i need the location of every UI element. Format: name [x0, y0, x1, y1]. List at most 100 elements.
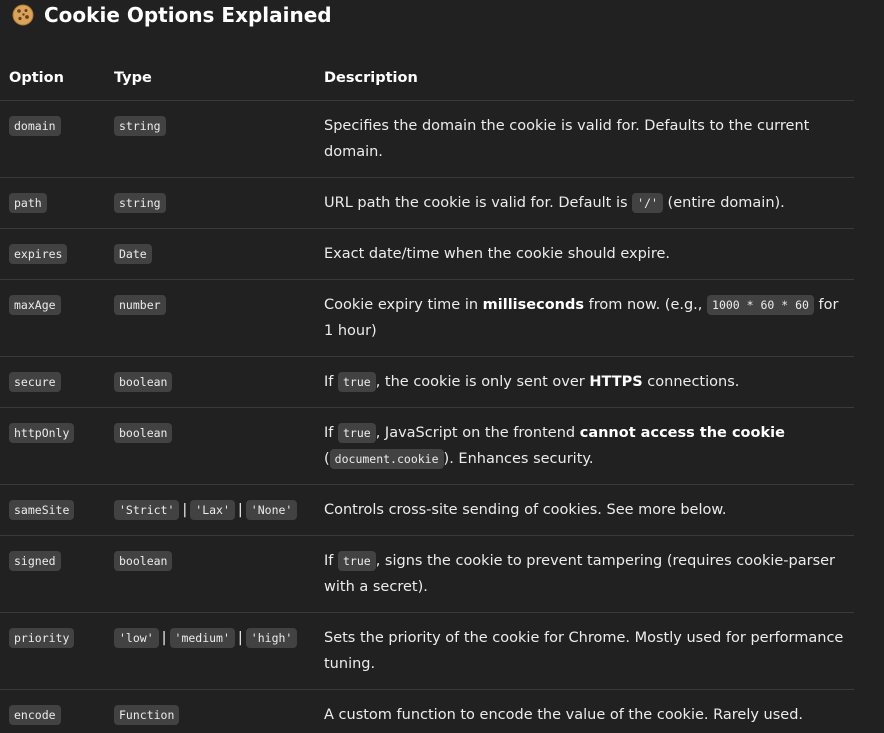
option-cell: domain [0, 100, 105, 178]
inline-code: true [338, 372, 376, 392]
type-value: Date [114, 244, 152, 264]
type-cell: string [105, 177, 315, 229]
table-row: signed boolean If true, signs the cookie t… [0, 535, 854, 613]
description-cell: If true, JavaScript on the frontend cann… [315, 407, 854, 485]
emphasis-text: cannot access the cookie [579, 425, 785, 441]
description-text: URL path the cookie is valid for. Defaul… [324, 195, 633, 211]
description-text: Exact date/time when the cookie should e… [324, 246, 670, 262]
description-text: (entire domain). [662, 195, 785, 211]
type-separator: | [237, 630, 243, 646]
table-row: encode Function A custom function to encod… [0, 690, 854, 733]
description-text: If [324, 553, 338, 569]
table-row: maxAge number Cookie expiry time in millis… [0, 279, 854, 357]
option-name: path [9, 193, 47, 213]
option-name: sameSite [9, 500, 75, 520]
type-cell: string [105, 100, 315, 178]
type-cell: boolean [105, 535, 315, 613]
description-text: connections. [642, 374, 740, 390]
description-text: ). Enhances security. [443, 451, 594, 467]
table-row: secure boolean If true, the cookie is only… [0, 356, 854, 408]
description-cell: If true, the cookie is only sent over HT… [315, 356, 854, 408]
type-value: boolean [114, 551, 173, 571]
description-text: from now. (e.g., [584, 297, 708, 313]
type-value: 'Strict' [114, 500, 180, 520]
type-value: Function [114, 705, 180, 725]
cookie-icon [12, 4, 34, 26]
type-cell: boolean [105, 407, 315, 485]
type-cell: Date [105, 228, 315, 280]
column-header-description: Description [315, 56, 854, 101]
type-separator: | [161, 630, 167, 646]
option-cell: sameSite [0, 484, 105, 536]
option-cell: encode [0, 690, 105, 733]
option-name: maxAge [9, 295, 61, 315]
option-cell: secure [0, 356, 105, 408]
option-cell: httpOnly [0, 407, 105, 485]
inline-code: document.cookie [329, 449, 444, 469]
type-separator: | [182, 502, 188, 518]
option-cell: maxAge [0, 279, 105, 357]
table-row: httpOnly boolean If true, JavaScript on th… [0, 407, 854, 485]
table-row: sameSite 'Strict' | 'Lax' | 'None' Controls cr… [0, 484, 854, 536]
description-cell: Cookie expiry time in milliseconds from … [315, 279, 854, 357]
inline-code: true [338, 551, 376, 571]
option-cell: expires [0, 228, 105, 280]
type-value: 'high' [245, 628, 298, 648]
inline-code: '/' [632, 193, 663, 213]
option-name: domain [9, 116, 61, 136]
option-name: secure [9, 372, 61, 392]
option-name: encode [9, 705, 61, 725]
description-text: If [324, 374, 338, 390]
option-cell: priority [0, 612, 105, 690]
type-value: 'None' [245, 500, 298, 520]
inline-code: true [338, 423, 376, 443]
description-cell: If true, signs the cookie to prevent tam… [315, 535, 854, 613]
type-separator: | [237, 502, 243, 518]
page-heading: Cookie Options Explained [12, 0, 332, 30]
description-cell: Sets the priority of the cookie for Chro… [315, 612, 854, 690]
description-cell: A custom function to encode the value of… [315, 690, 854, 733]
type-cell: 'Strict' | 'Lax' | 'None' [105, 484, 315, 536]
description-text: , JavaScript on the frontend [375, 425, 580, 441]
type-value: string [114, 193, 166, 213]
table-row: expires Date Exact date/time when the cook… [0, 228, 854, 280]
type-cell: 'low' |'medium' |'high' [105, 612, 315, 690]
type-value: boolean [114, 372, 173, 392]
option-cell: path [0, 177, 105, 229]
option-name: priority [9, 628, 75, 648]
column-header-option: Option [0, 56, 105, 101]
type-cell: number [105, 279, 315, 357]
heading-text: Cookie Options Explained [44, 3, 332, 27]
emphasis-text: milliseconds [482, 297, 585, 313]
cookie-options-table: Option Type Description domain string Spec… [0, 56, 854, 733]
type-value: boolean [114, 423, 173, 443]
type-value: number [114, 295, 166, 315]
description-cell: Exact date/time when the cookie should e… [315, 228, 854, 280]
option-cell: signed [0, 535, 105, 613]
type-value: 'Lax' [190, 500, 235, 520]
table-row: domain string Specifies the domain the coo… [0, 100, 854, 178]
option-name: httpOnly [9, 423, 75, 443]
description-text: If [324, 425, 338, 441]
column-header-type: Type [105, 56, 315, 101]
table-row: path string URL path the cookie is valid f… [0, 177, 854, 229]
description-text: ( [324, 451, 330, 467]
type-value: string [114, 116, 166, 136]
description-cell: Controls cross-site sending of cookies. … [315, 484, 854, 536]
emphasis-text: HTTPS [589, 374, 643, 390]
table-header-row: Option Type Description [0, 56, 854, 101]
description-text: , the cookie is only sent over [375, 374, 590, 390]
type-value: 'low' [114, 628, 159, 648]
table-row: priority 'low' |'medium' |'high' Sets the pr… [0, 612, 854, 690]
description-text: Specifies the domain the cookie is valid… [324, 118, 810, 160]
description-cell: URL path the cookie is valid for. Defaul… [315, 177, 854, 229]
description-text: Controls cross-site sending of cookies. … [324, 502, 727, 518]
option-name: expires [9, 244, 68, 264]
description-text: A custom function to encode the value of… [324, 707, 804, 723]
inline-code: 1000 * 60 * 60 [707, 295, 814, 315]
table-body: domain string Specifies the domain the coo… [0, 100, 854, 733]
description-cell: Specifies the domain the cookie is valid… [315, 100, 854, 178]
description-text: Sets the priority of the cookie for Chro… [324, 630, 844, 672]
description-text: , signs the cookie to prevent tampering … [324, 553, 836, 595]
description-text: Cookie expiry time in [324, 297, 483, 313]
